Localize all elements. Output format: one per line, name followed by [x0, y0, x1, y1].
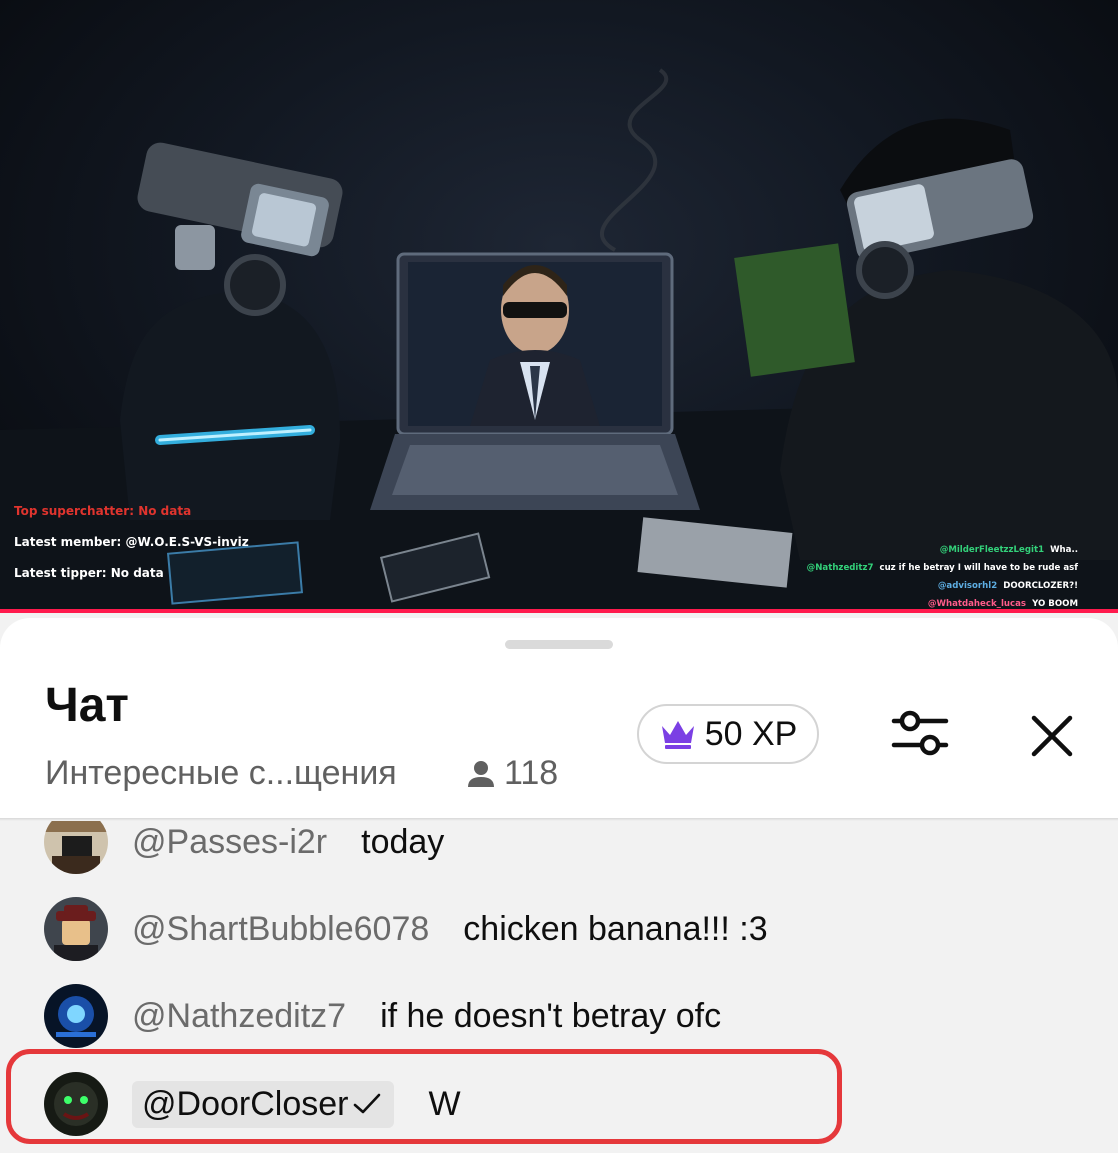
chat-message[interactable]: @Nathzeditz7 if he doesn't betray ofc [44, 983, 721, 1049]
overlay-chat-user: @advisorhl2 [937, 581, 998, 591]
xp-label: 50 XP [704, 714, 798, 753]
viewer-count: 118 [466, 754, 558, 793]
message-text: if he doesn't betray ofc [380, 996, 722, 1035]
video-player[interactable]: Top superchatter: No data Latest member:… [0, 0, 1118, 613]
avatar[interactable] [44, 897, 108, 961]
chat-mode-dropdown[interactable]: Интересные с...щения [45, 754, 397, 793]
crown-icon [661, 721, 694, 749]
left-camera-character [120, 142, 343, 520]
overlay-chat-message: YO BOOM [1032, 599, 1078, 609]
avatar[interactable] [44, 821, 108, 874]
message-text: today [361, 822, 445, 861]
chat-message-highlighted[interactable]: @DoorCloser W [44, 1071, 461, 1137]
chat-message[interactable]: @Passes-i2r today [44, 821, 444, 875]
avatar[interactable] [44, 1072, 108, 1136]
drag-handle[interactable] [505, 640, 613, 649]
xp-button[interactable]: 50 XP [637, 704, 819, 764]
overlay-chat-message: DOORCLOZER?! [1003, 581, 1078, 591]
overlay-chat-user: @MilderFleetzzLegit1 [939, 545, 1045, 555]
latest-tipper-text: Latest tipper: No data [14, 566, 164, 580]
filter-button[interactable] [888, 706, 952, 760]
chat-message-list[interactable]: @Passes-i2r today @ShartBubble6078 chick… [0, 821, 1118, 1153]
message-text: chicken banana!!! :3 [463, 909, 768, 948]
message-author[interactable]: @Nathzeditz7 [132, 997, 346, 1036]
top-superchatter-text: Top superchatter: No data [14, 504, 192, 518]
message-author-chip[interactable]: @DoorCloser [132, 1080, 395, 1128]
avatar[interactable] [44, 984, 108, 1048]
laptop [370, 252, 700, 510]
overlay-chat-message: cuz if he betray I will have to be rude … [879, 563, 1078, 573]
chat-panel: Чат Интересные с...щения 118 50 XP @Pass… [0, 618, 1118, 1153]
checkmark-icon [354, 1093, 381, 1114]
latest-member-text: Latest member: @W.O.E.S-VS-inviz [14, 535, 249, 549]
overlay-chat-row: @MilderFleetzzLegit1 Wha.. [807, 541, 1078, 559]
overlay-chat-row: @advisorhl2 DOORCLOZER?! [807, 577, 1078, 595]
message-text: W [428, 1084, 461, 1123]
right-camera-character [734, 118, 1118, 560]
overlay-chat-user: @Nathzeditz7 [806, 563, 874, 573]
stream-stats-overlay: Top superchatter: No data Latest member:… [14, 496, 249, 589]
overlay-chat-message: Wha.. [1050, 545, 1078, 555]
viewer-count-value: 118 [504, 754, 559, 792]
chat-title: Чат [45, 679, 129, 732]
person-icon [468, 760, 494, 787]
video-progress-bar[interactable] [0, 609, 1118, 613]
message-author[interactable]: @Passes-i2r [132, 823, 327, 862]
close-icon [1031, 715, 1073, 757]
message-author: @DoorCloser [142, 1084, 349, 1123]
stream-chat-overlay: @MilderFleetzzLegit1 Wha.. @Nathzeditz7 cu… [807, 541, 1078, 613]
close-button[interactable] [1022, 706, 1082, 766]
message-author[interactable]: @ShartBubble6078 [132, 910, 429, 949]
chat-message[interactable]: @ShartBubble6078 chicken banana!!! :3 [44, 896, 768, 962]
sliders-icon [891, 710, 949, 756]
overlay-chat-user: @Whatdaheck_lucas [927, 599, 1027, 609]
overlay-chat-row: @Nathzeditz7 cuz if he betray I will have… [807, 559, 1078, 577]
